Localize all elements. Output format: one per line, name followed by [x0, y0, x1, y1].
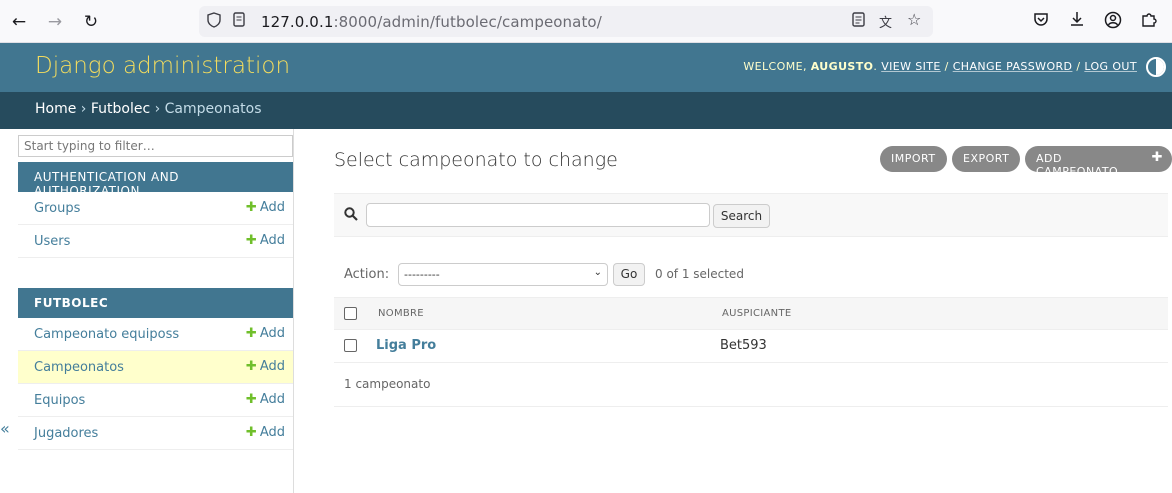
sidebar-item-label[interactable]: Users [34, 234, 70, 249]
sidebar-item-label[interactable]: Jugadores [34, 426, 98, 441]
pocket-icon[interactable] [1030, 11, 1052, 33]
plus-icon: ✚ [245, 200, 257, 215]
paginator: 1 campeonato [334, 363, 1168, 407]
add-label: Add [259, 233, 285, 248]
plus-icon: ✚ [245, 392, 257, 407]
sidebar-collapse-toggle[interactable]: « [0, 419, 10, 438]
add-campeonato-label: Add campeonato [1036, 152, 1119, 178]
admin-header: Django administration WELCOME, AUGUSTO. … [0, 43, 1172, 92]
result-count: 1 campeonato [344, 377, 431, 391]
url-text: 127.0.0.1:8000/admin/futbolec/campeonato… [261, 13, 602, 31]
action-select[interactable]: --------- ⌄ [398, 263, 608, 286]
account-icon[interactable] [1102, 11, 1124, 33]
actions-bar: Action: --------- ⌄ Go 0 of 1 selected [334, 262, 1168, 286]
action-selected-option: --------- [404, 268, 440, 281]
breadcrumb-home[interactable]: Home [35, 101, 76, 117]
sidebar-item-label[interactable]: Equipos [34, 393, 85, 408]
module-caption-futbolec[interactable]: Futbolec [18, 288, 293, 318]
action-label: Action: [344, 267, 390, 282]
page-icon[interactable] [233, 12, 245, 31]
plus-icon: ✚ [245, 425, 257, 440]
add-label: Add [259, 326, 285, 341]
translate-icon[interactable]: 文 [879, 12, 892, 31]
forward-icon[interactable]: → [44, 11, 66, 33]
browser-toolbar: ← → ↻ 127.0.0.1:8000/admin/futbolec/camp… [0, 0, 1172, 43]
url-path: :8000/admin/futbolec/campeonato/ [333, 13, 602, 31]
sidebar-item-jugadores: Jugadores ✚ Add [18, 417, 293, 450]
welcome-text: WELCOME, [743, 60, 811, 73]
add-label: Add [259, 200, 285, 215]
add-users-link[interactable]: ✚ Add [246, 233, 285, 248]
url-host: 127.0.0.1 [261, 13, 334, 31]
reload-icon[interactable]: ↻ [80, 11, 102, 33]
row-link-nombre[interactable]: Liga Pro [376, 338, 436, 353]
nav-sidebar: Start typing to filter… Authentication a… [17, 129, 294, 493]
add-groups-link[interactable]: ✚ Add [246, 200, 285, 215]
shield-icon[interactable] [207, 12, 221, 32]
import-button[interactable]: Import [880, 146, 947, 172]
add-campeonato-equiposs-link[interactable]: ✚ Add [246, 326, 285, 341]
go-button[interactable]: Go [613, 263, 645, 286]
breadcrumb-app[interactable]: Futbolec [91, 101, 150, 117]
sidebar-item-equipos: Equipos ✚ Add [18, 384, 293, 417]
log-out-link[interactable]: LOG OUT [1084, 60, 1137, 73]
sidebar-item-users: Users ✚ Add [18, 225, 293, 258]
add-campeonato-button[interactable]: Add campeonato ✚ [1025, 146, 1172, 178]
site-branding[interactable]: Django administration [35, 53, 290, 79]
theme-toggle-icon[interactable] [1146, 57, 1166, 77]
reader-view-icon[interactable] [852, 12, 865, 31]
plus-icon: ✚ [245, 359, 257, 374]
sidebar-item-label[interactable]: Campeonatos [34, 360, 124, 375]
address-bar[interactable]: 127.0.0.1:8000/admin/futbolec/campeonato… [199, 6, 933, 37]
download-icon[interactable] [1066, 11, 1088, 33]
module-caption-auth[interactable]: Authentication and Authorization [18, 162, 293, 198]
username: AUGUSTO [810, 60, 874, 73]
chevron-down-icon: ⌄ [593, 267, 602, 278]
plus-icon: ✚ [1151, 150, 1163, 165]
row-checkbox[interactable] [344, 339, 357, 352]
column-header-auspiciante[interactable]: Auspiciante [722, 308, 791, 319]
back-icon[interactable]: ← [8, 11, 30, 33]
search-icon [344, 207, 358, 221]
nav-filter-input[interactable]: Start typing to filter… [18, 135, 293, 157]
page-title: Select campeonato to change [334, 149, 618, 171]
change-password-link[interactable]: CHANGE PASSWORD [953, 60, 1073, 73]
bookmark-star-icon[interactable]: ☆ [907, 10, 921, 29]
sidebar-item-groups: Groups ✚ Add [18, 192, 293, 225]
add-label: Add [259, 425, 285, 440]
breadcrumb-current: Campeonatos [164, 101, 262, 117]
add-label: Add [259, 392, 285, 407]
sidebar-item-label[interactable]: Campeonato equiposs [34, 327, 179, 342]
cell-auspiciante: Bet593 [720, 338, 767, 353]
sidebar-item-label[interactable]: Groups [34, 201, 80, 216]
extensions-icon[interactable] [1138, 11, 1160, 33]
select-all-checkbox[interactable] [344, 307, 357, 320]
breadcrumb: Home › Futbolec › Campeonatos [0, 92, 1172, 129]
table-row: Liga Pro Bet593 [334, 330, 1168, 363]
add-equipos-link[interactable]: ✚ Add [246, 392, 285, 407]
add-campeonatos-link[interactable]: ✚ Add [246, 359, 285, 374]
search-button[interactable]: Search [713, 204, 770, 228]
add-jugadores-link[interactable]: ✚ Add [246, 425, 285, 440]
selection-counter: 0 of 1 selected [655, 267, 744, 281]
export-button[interactable]: Export [952, 146, 1021, 172]
column-header-nombre[interactable]: Nombre [378, 308, 424, 319]
search-input[interactable] [366, 203, 710, 227]
add-label: Add [259, 359, 285, 374]
table-header: Nombre Auspiciante [334, 297, 1168, 330]
plus-icon: ✚ [245, 326, 257, 341]
sidebar-item-campeonatos: Campeonatos ✚ Add [18, 351, 293, 384]
user-tools: WELCOME, AUGUSTO. VIEW SITE / CHANGE PAS… [743, 60, 1137, 73]
search-toolbar: Search [334, 193, 1168, 237]
view-site-link[interactable]: VIEW SITE [881, 60, 941, 73]
plus-icon: ✚ [245, 233, 257, 248]
sidebar-item-campeonato-equiposs: Campeonato equiposs ✚ Add [18, 318, 293, 351]
